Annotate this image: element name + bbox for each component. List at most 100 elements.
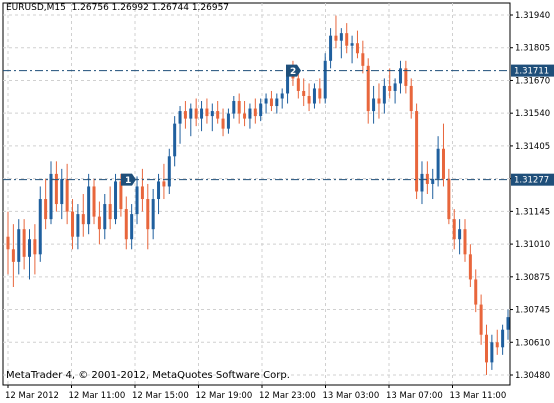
candle-body (60, 178, 64, 205)
candle-body (232, 101, 236, 114)
candle-body (372, 98, 376, 112)
candle-body (108, 204, 112, 220)
candle-body (259, 103, 263, 117)
candle-body (237, 101, 241, 114)
candle-body (167, 156, 171, 187)
x-tick-label: 12 Mar 19:00 (196, 391, 253, 401)
candle-body (76, 214, 80, 237)
candle-body (221, 118, 225, 129)
x-tick-label: 13 Mar 03:00 (323, 391, 380, 401)
candle-body (463, 229, 467, 255)
candle-body (17, 229, 21, 262)
candle-body (49, 173, 53, 220)
candle-body (458, 229, 462, 240)
candle-body (474, 279, 478, 305)
candle-body (71, 211, 75, 237)
candle-body (393, 83, 397, 91)
y-tick-label: 1.31145 (515, 207, 550, 217)
candle-body (210, 111, 214, 117)
candle-body (140, 186, 144, 200)
candle-body (248, 108, 252, 119)
candle-body (312, 88, 316, 104)
arrow-marker-label: 2 (290, 67, 296, 77)
arrow-marker-label: 1 (125, 176, 131, 186)
candle-body (377, 98, 381, 104)
candle-body (264, 98, 268, 104)
candle-body (361, 53, 365, 66)
candle-body (151, 199, 155, 230)
y-tick-label: 1.31670 (515, 76, 550, 86)
candle-body (205, 108, 209, 117)
candle-body (296, 78, 300, 91)
y-tick-label: 1.31010 (515, 240, 550, 250)
candle-body (495, 342, 499, 348)
candle-body (345, 33, 349, 46)
y-tick-label: 1.31540 (515, 109, 550, 119)
candlestick-chart[interactable]: 1.31940 1.31805 1.31670 1.31540 1.31405 1.312… (0, 0, 554, 403)
candle-body (484, 334, 488, 363)
candle-body (355, 43, 359, 54)
candle-body (178, 111, 182, 124)
candle-body (366, 65, 370, 112)
candle-body (189, 108, 193, 119)
candle-body (452, 219, 456, 240)
candle-body (124, 209, 128, 240)
candle-body (97, 216, 101, 230)
candle-body (329, 35, 333, 61)
x-tick-label: 13 Mar 07:00 (386, 391, 443, 401)
candle-body (146, 199, 150, 230)
candle-body (11, 249, 15, 262)
chart-header: EURUSD,M15 1.26756 1.26992 1.26744 1.269… (6, 3, 229, 13)
candle-body (28, 239, 32, 257)
candle-body (65, 178, 69, 212)
candle-body (269, 98, 273, 107)
candle-body (194, 108, 198, 119)
candle-body (183, 111, 187, 119)
price-line-label: 1.31277 (514, 176, 549, 186)
candle-body (302, 90, 306, 96)
y-tick-label: 1.31405 (515, 142, 550, 152)
candle-body (157, 181, 161, 200)
candle-body (103, 204, 107, 230)
x-tick-label: 12 Mar 23:00 (259, 391, 316, 401)
candle-body (130, 214, 134, 240)
candle-body (334, 35, 338, 41)
candle-body (216, 111, 220, 119)
candle-body (425, 173, 429, 184)
candle-body (490, 342, 494, 363)
candle-body (33, 239, 37, 255)
candle-body (38, 199, 42, 255)
candle-body (318, 88, 322, 99)
candle-body (436, 148, 440, 179)
candle-body (441, 148, 445, 179)
candle-body (501, 329, 505, 348)
candle-body (280, 93, 284, 99)
plot-frame (2, 2, 511, 386)
candle-body (253, 108, 257, 117)
candle-body (307, 95, 311, 104)
candle-body (506, 317, 510, 330)
candle-body (87, 186, 91, 225)
y-tick-label: 1.30610 (515, 338, 550, 348)
y-tick-label: 1.31940 (515, 11, 550, 21)
candle-body (447, 178, 451, 220)
candle-body (162, 181, 166, 187)
x-tick-label: 12 Mar 11:00 (69, 391, 126, 401)
x-tick-label: 12 Mar 2012 (5, 391, 59, 401)
candle-body (350, 43, 354, 46)
candle-body (22, 229, 26, 257)
y-tick-label: 1.30745 (515, 306, 550, 316)
candle-body (323, 60, 327, 99)
y-tick-label: 1.30875 (515, 273, 550, 283)
candle-body (420, 173, 424, 192)
candle-body (44, 199, 48, 220)
candle-body (200, 108, 204, 119)
x-tick-label: 13 Mar 11:00 (450, 391, 507, 401)
candle-body (382, 85, 386, 104)
candle-body (6, 236, 10, 250)
candle-body (81, 214, 85, 225)
candle-body (173, 123, 177, 157)
copyright-text: MetaTrader 4, © 2001-2012, MetaQuotes So… (6, 370, 290, 381)
ohlc-values: 1.26756 1.26992 1.26744 1.26957 (71, 3, 230, 13)
candle-body (409, 85, 413, 112)
